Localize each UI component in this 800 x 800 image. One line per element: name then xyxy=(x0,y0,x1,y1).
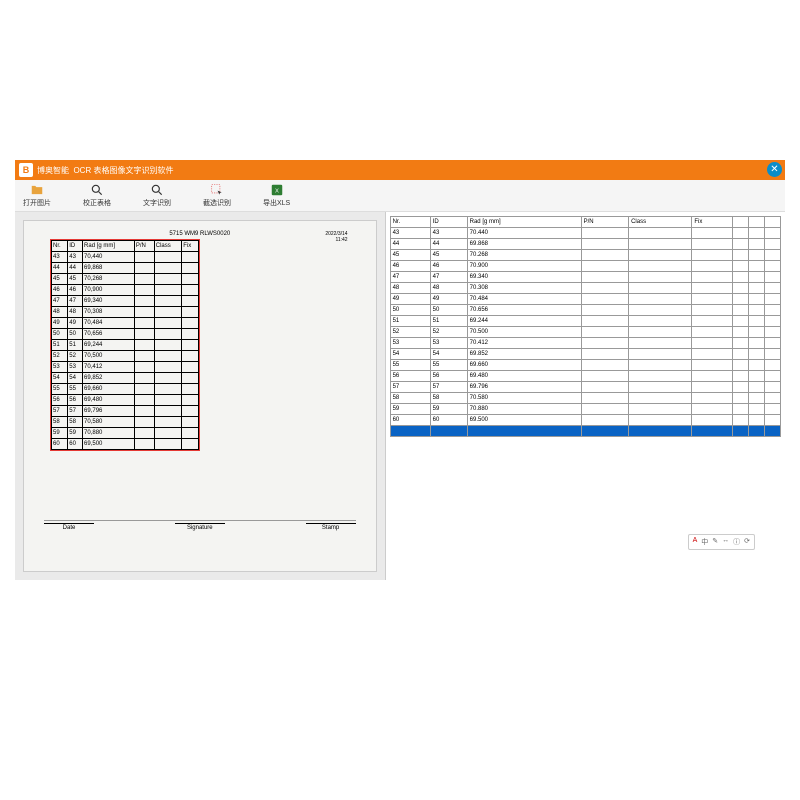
scan-source-table: Nr.IDRad [g mm]P/NClassFix 434370,440444… xyxy=(51,240,199,450)
grid-col-empty[interactable] xyxy=(749,217,765,228)
scan-row: 565669,480 xyxy=(52,395,199,406)
scan-footer-signature: Signature xyxy=(175,523,225,531)
scan-row: 454570,268 xyxy=(52,274,199,285)
table-row[interactable]: 545469.852 xyxy=(390,349,780,360)
scan-col-header: Nr. xyxy=(52,241,68,252)
brand-logo-icon: B xyxy=(19,163,33,177)
magnify-icon xyxy=(150,183,164,197)
table-row[interactable]: 494970.484 xyxy=(390,294,780,305)
scan-col-header: Fix xyxy=(182,241,199,252)
scan-table-selection[interactable]: Nr.IDRad [g mm]P/NClassFix 434370,440444… xyxy=(50,239,200,451)
excel-icon: X xyxy=(270,183,284,197)
scan-doc-date: 2022/3/14 11:42 xyxy=(325,231,347,243)
mini-tool-1[interactable]: 中 xyxy=(701,537,708,547)
scan-row: 535370,412 xyxy=(52,362,199,373)
scan-row: 505070,656 xyxy=(52,329,199,340)
export-xls-button[interactable]: X 导出XLS xyxy=(263,183,290,208)
scan-footer-stamp: Stamp xyxy=(306,523,356,531)
main-area: 5715 WM9 RLWS0020 2022/3/14 11:42 Nr.IDR… xyxy=(15,212,785,580)
scan-col-header: Class xyxy=(154,241,181,252)
svg-text:X: X xyxy=(275,188,279,194)
scan-doc-header: 5715 WM9 RLWS0020 2022/3/14 11:42 xyxy=(42,231,358,237)
close-button[interactable]: ✕ xyxy=(767,162,782,177)
scan-col-header: ID xyxy=(68,241,83,252)
table-row[interactable]: 535370.412 xyxy=(390,338,780,349)
title-bar: B 博奥智能 OCR 表格图像文字识别软件 ✕ xyxy=(15,160,785,180)
grid-col-empty[interactable] xyxy=(765,217,781,228)
table-row[interactable]: 454570.268 xyxy=(390,250,780,261)
mini-tool-4[interactable]: ⓘ xyxy=(733,537,740,547)
grid-col-header[interactable]: Fix xyxy=(692,217,733,228)
crop-ocr-label: 截选识别 xyxy=(203,198,231,208)
grid-col-header[interactable]: Class xyxy=(629,217,692,228)
table-row[interactable]: 555569.660 xyxy=(390,360,780,371)
grid-col-empty[interactable] xyxy=(733,217,749,228)
open-image-button[interactable]: 打开图片 xyxy=(23,183,51,208)
scan-row: 595970,880 xyxy=(52,428,199,439)
mini-tool-3[interactable]: ↔ xyxy=(722,537,729,547)
table-row[interactable]: 595970.880 xyxy=(390,404,780,415)
result-grid-pane: Nr.IDRad [g mm]P/NClassFix 434370.440444… xyxy=(385,212,785,580)
mini-tool-5[interactable]: ⟳ xyxy=(744,537,750,547)
crop-ocr-button[interactable]: 截选识别 xyxy=(203,183,231,208)
grid-col-header[interactable]: Nr. xyxy=(390,217,430,228)
table-row[interactable]: 585870.580 xyxy=(390,393,780,404)
scan-footer: Date Signature Stamp xyxy=(44,520,356,531)
grid-col-header[interactable]: ID xyxy=(430,217,467,228)
scan-row: 606069,500 xyxy=(52,439,199,450)
table-row[interactable]: 606069.500 xyxy=(390,415,780,426)
scan-row: 545469,852 xyxy=(52,373,199,384)
scan-row: 464670,900 xyxy=(52,285,199,296)
table-row[interactable]: 444469.868 xyxy=(390,239,780,250)
table-row[interactable]: 575769.796 xyxy=(390,382,780,393)
toolbar: 打开图片 校正表格 文字识别 截选识别 X 导出XLS xyxy=(15,180,785,212)
scan-row: 484870,308 xyxy=(52,307,199,318)
scan-doc-code: 5715 WM9 RLWS0020 xyxy=(169,231,230,237)
editor-mini-toolbar: A中 ✎ ↔ ⓘ ⟳ xyxy=(688,534,755,550)
table-row[interactable]: 505070.656 xyxy=(390,305,780,316)
brand-name: 博奥智能 xyxy=(37,165,69,176)
result-table[interactable]: Nr.IDRad [g mm]P/NClassFix 434370.440444… xyxy=(390,216,781,437)
scanned-document: 5715 WM9 RLWS0020 2022/3/14 11:42 Nr.IDR… xyxy=(23,220,377,572)
scan-row: 575769,796 xyxy=(52,406,199,417)
table-row[interactable]: 484870.308 xyxy=(390,283,780,294)
scan-footer-date: Date xyxy=(44,523,94,531)
open-image-label: 打开图片 xyxy=(23,198,51,208)
mini-tool-2[interactable]: ✎ xyxy=(712,537,718,547)
table-row[interactable]: 565669.480 xyxy=(390,371,780,382)
magnify-icon xyxy=(90,183,104,197)
correct-table-label: 校正表格 xyxy=(83,198,111,208)
scan-row: 434370,440 xyxy=(52,252,199,263)
scan-row: 555569,660 xyxy=(52,384,199,395)
table-row[interactable]: 515169.244 xyxy=(390,316,780,327)
scan-preview-pane: 5715 WM9 RLWS0020 2022/3/14 11:42 Nr.IDR… xyxy=(15,212,385,580)
select-icon xyxy=(210,183,224,197)
scan-row: 444469,868 xyxy=(52,263,199,274)
scan-col-header: P/N xyxy=(134,241,154,252)
scan-row: 474769,340 xyxy=(52,296,199,307)
correct-table-button[interactable]: 校正表格 xyxy=(83,183,111,208)
scan-row: 525270,500 xyxy=(52,351,199,362)
scan-row: 494970,484 xyxy=(52,318,199,329)
grid-col-header[interactable]: P/N xyxy=(581,217,629,228)
export-xls-label: 导出XLS xyxy=(263,198,290,208)
app-window: B 博奥智能 OCR 表格图像文字识别软件 ✕ 打开图片 校正表格 文字识别 截… xyxy=(15,160,785,580)
table-row[interactable]: 474769.340 xyxy=(390,272,780,283)
scan-row: 585870,580 xyxy=(52,417,199,428)
text-ocr-button[interactable]: 文字识别 xyxy=(143,183,171,208)
text-ocr-label: 文字识别 xyxy=(143,198,171,208)
mini-tool-0[interactable]: A xyxy=(693,537,698,547)
scan-row: 515169,244 xyxy=(52,340,199,351)
table-row[interactable]: 464670.900 xyxy=(390,261,780,272)
table-row-selected[interactable] xyxy=(390,426,780,437)
folder-icon xyxy=(30,183,44,197)
app-title: OCR 表格图像文字识别软件 xyxy=(73,165,173,176)
grid-col-header[interactable]: Rad [g mm] xyxy=(467,217,581,228)
table-row[interactable]: 434370.440 xyxy=(390,228,780,239)
table-row[interactable]: 525270.500 xyxy=(390,327,780,338)
scan-col-header: Rad [g mm] xyxy=(83,241,135,252)
